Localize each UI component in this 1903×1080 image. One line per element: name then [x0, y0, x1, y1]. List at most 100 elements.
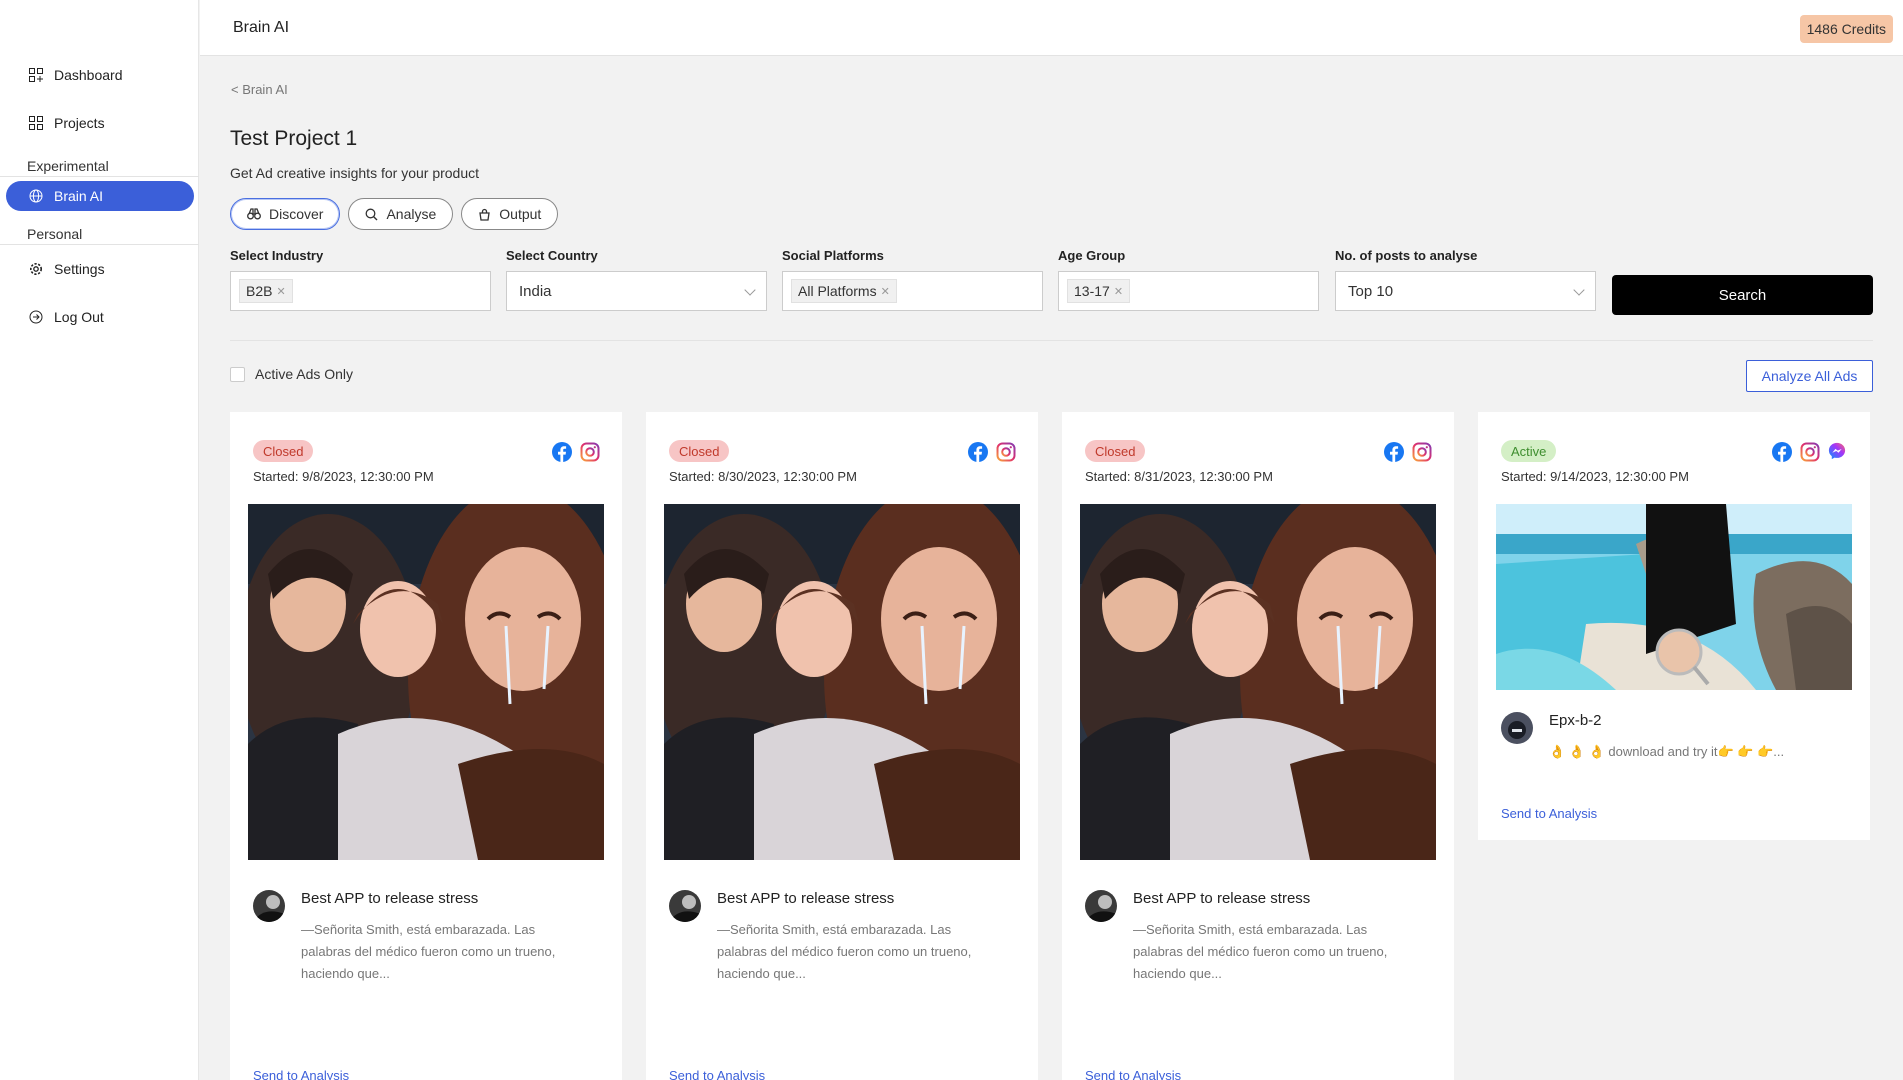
filter-age: Age Group 13-17 ✕ — [1058, 248, 1319, 311]
tag-label: 13-17 — [1074, 283, 1110, 299]
send-to-analysis-link[interactable]: Send to Analysis — [1085, 1068, 1181, 1080]
country-select[interactable]: India — [506, 271, 767, 311]
sidebar-item-logout[interactable]: Log Out — [6, 302, 194, 332]
facebook-icon — [1772, 442, 1792, 462]
ad-body: Best APP to release stress —Señorita Smi… — [301, 890, 571, 985]
ad-creative-image[interactable] — [248, 504, 604, 860]
chevron-down-icon — [744, 284, 756, 296]
tab-label: Discover — [269, 206, 324, 222]
ad-description: —Señorita Smith, está embarazada. Las pa… — [301, 922, 556, 981]
platforms-select[interactable]: All Platforms ✕ — [782, 271, 1043, 311]
remove-tag-icon[interactable]: ✕ — [276, 285, 285, 298]
tag-label: All Platforms — [798, 283, 877, 299]
tab-label: Output — [499, 206, 542, 222]
globe-icon — [28, 188, 44, 204]
top-bar: Brain AI 1486 Credits — [200, 0, 1903, 56]
instagram-icon — [580, 442, 600, 462]
avatar — [1501, 712, 1533, 744]
main-content: < Brain AI Test Project 1 Get Ad creativ… — [200, 56, 1903, 1080]
country-value: India — [519, 282, 552, 300]
tab-analyse[interactable]: Analyse — [348, 198, 454, 230]
advertiser-block: Best APP to release stress —Señorita Smi… — [253, 890, 571, 985]
divider — [0, 244, 199, 245]
filter-label: No. of posts to analyse — [1335, 248, 1478, 263]
card-header: Closed Started: 8/31/2023, 12:30:00 PM — [1062, 412, 1454, 502]
ad-title: Best APP to release stress — [717, 890, 895, 907]
filter-industry: Select Industry B2B ✕ — [230, 248, 491, 311]
ad-title: Best APP to release stress — [301, 890, 479, 907]
status-badge: Closed — [253, 440, 314, 462]
started-date: Started: 9/14/2023, 12:30:00 PM — [1501, 469, 1689, 484]
card-header: Closed Started: 8/30/2023, 12:30:00 PM — [646, 412, 1038, 502]
platforms-tag[interactable]: All Platforms ✕ — [791, 279, 897, 303]
instagram-icon — [996, 442, 1016, 462]
ad-title: Epx-b-2 — [1549, 712, 1602, 729]
tab-discover[interactable]: Discover — [230, 198, 341, 230]
dashboard-icon — [28, 67, 44, 83]
gear-icon — [28, 261, 44, 277]
section-experimental: Experimental — [27, 158, 109, 174]
advertiser-block: Best APP to release stress —Señorita Smi… — [1085, 890, 1403, 985]
ad-body: Epx-b-2 👌 👌 👌 download and try it👉 👉 👉..… — [1549, 712, 1819, 763]
analyze-all-ads-button[interactable]: Analyze All Ads — [1746, 360, 1873, 392]
ad-card: Closed Started: 8/31/2023, 12:30:00 PM B… — [1062, 412, 1454, 1080]
age-select[interactable]: 13-17 ✕ — [1058, 271, 1319, 311]
logout-icon — [28, 309, 44, 325]
ad-card: Closed Started: 8/30/2023, 12:30:00 PM B… — [646, 412, 1038, 1080]
divider — [230, 340, 1873, 341]
platform-icons — [1772, 442, 1848, 462]
advertiser-block: Epx-b-2 👌 👌 👌 download and try it👉 👉 👉..… — [1501, 712, 1819, 763]
section-personal: Personal — [27, 226, 83, 242]
ad-creative-image[interactable] — [1496, 504, 1852, 690]
page-subtitle: Get Ad creative insights for your produc… — [230, 165, 480, 181]
sidebar-item-settings[interactable]: Settings — [6, 254, 194, 284]
send-to-analysis-link[interactable]: Send to Analysis — [253, 1068, 349, 1080]
tab-bar: Discover Analyse Output — [230, 198, 559, 230]
facebook-icon — [1384, 442, 1404, 462]
instagram-icon — [1800, 442, 1820, 462]
avatar — [253, 890, 285, 922]
posts-value: Top 10 — [1348, 282, 1394, 300]
ad-creative-image[interactable] — [1080, 504, 1436, 860]
remove-tag-icon[interactable]: ✕ — [881, 285, 890, 298]
filter-label: Select Country — [506, 248, 598, 263]
sidebar-item-dashboard[interactable]: Dashboard — [6, 60, 194, 90]
industry-tag[interactable]: B2B ✕ — [239, 279, 293, 303]
ad-description: —Señorita Smith, está embarazada. Las pa… — [717, 922, 972, 981]
grid-icon — [28, 115, 44, 131]
sidebar-item-projects[interactable]: Projects — [6, 108, 194, 138]
status-badge: Closed — [669, 440, 730, 462]
platform-icons — [968, 442, 1016, 462]
started-date: Started: 9/8/2023, 12:30:00 PM — [253, 469, 434, 484]
sidebar: Dashboard Projects Experimental Brain AI… — [0, 0, 199, 1080]
app-title: Brain AI — [233, 19, 290, 36]
facebook-icon — [968, 442, 988, 462]
age-tag[interactable]: 13-17 ✕ — [1067, 279, 1131, 303]
sidebar-item-brain-ai[interactable]: Brain AI — [6, 181, 194, 211]
ad-description: —Señorita Smith, está embarazada. Las pa… — [1133, 922, 1388, 981]
active-ads-only-toggle[interactable]: Active Ads Only — [230, 366, 353, 382]
active-ads-checkbox[interactable] — [230, 366, 245, 382]
ad-creative-image[interactable] — [664, 504, 1020, 860]
tab-label: Analyse — [386, 206, 437, 222]
send-to-analysis-link[interactable]: Send to Analysis — [1501, 806, 1597, 821]
industry-select[interactable]: B2B ✕ — [230, 271, 491, 311]
search-icon — [365, 208, 378, 221]
active-ads-label: Active Ads Only — [255, 366, 354, 382]
divider — [0, 176, 199, 177]
credits-badge: 1486 Credits — [1799, 15, 1893, 43]
send-to-analysis-link[interactable]: Send to Analysis — [669, 1068, 765, 1080]
tab-output[interactable]: Output — [461, 198, 559, 230]
avatar — [1085, 890, 1117, 922]
search-button[interactable]: Search — [1612, 275, 1873, 315]
chevron-down-icon — [1573, 284, 1585, 296]
sidebar-item-label: Settings — [54, 261, 105, 277]
bag-icon — [478, 208, 491, 221]
remove-tag-icon[interactable]: ✕ — [1114, 285, 1123, 298]
breadcrumb[interactable]: < Brain AI — [231, 82, 288, 97]
posts-select[interactable]: Top 10 — [1335, 271, 1596, 311]
status-badge: Active — [1501, 440, 1557, 462]
advertiser-block: Best APP to release stress —Señorita Smi… — [669, 890, 987, 985]
sidebar-item-label: Log Out — [54, 309, 104, 325]
binoculars-icon — [247, 208, 261, 220]
